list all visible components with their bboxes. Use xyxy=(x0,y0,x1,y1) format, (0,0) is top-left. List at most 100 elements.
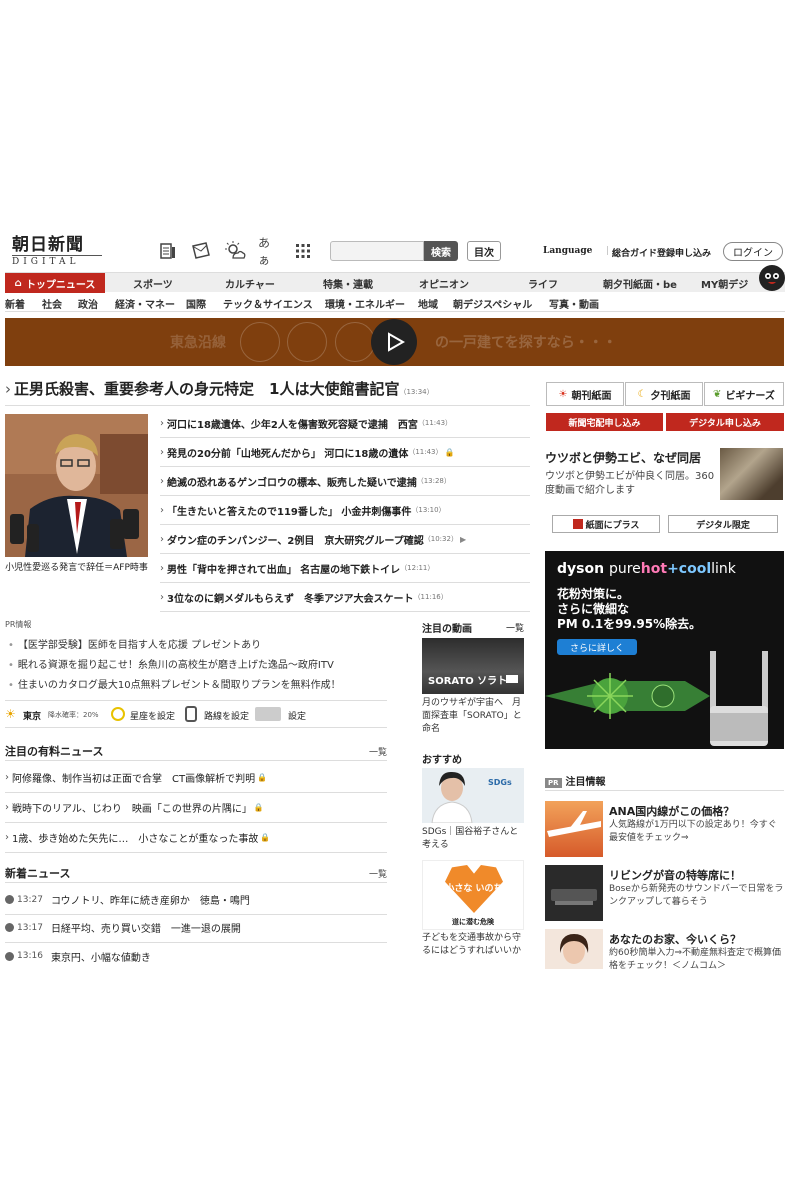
moon-icon: ☾ xyxy=(637,388,647,400)
guide-link[interactable]: 総合ガイド xyxy=(612,246,657,259)
notice-item[interactable]: あなたのお家、今いくら？ 約60秒簡単入力⇒不動産無料査定で概算価格をチェック！… xyxy=(545,929,784,969)
video-icon xyxy=(506,675,518,683)
subnav-special[interactable]: 朝デジスペシャル xyxy=(453,296,532,311)
subnav-environment[interactable]: 環境・エネルギー xyxy=(325,296,405,311)
language-link[interactable]: Language xyxy=(543,246,592,256)
hiragana-icon[interactable]: あぁ xyxy=(258,236,280,267)
paper-plus-button[interactable]: 紙面にプラス xyxy=(552,515,660,533)
search-button[interactable]: 検索 xyxy=(424,241,458,261)
headline-time: （11:16） xyxy=(413,593,448,601)
register-link[interactable]: 登録申し込み xyxy=(657,246,711,259)
nav-item-life[interactable]: ライフ xyxy=(528,276,558,291)
subnav-economy[interactable]: 経済・マネー xyxy=(115,296,175,311)
weather-icon[interactable] xyxy=(224,240,246,262)
headline-item[interactable]: › 発見の20分前「山地死んだから」 河口に18歳の遺体 （11:43） 🔒 xyxy=(160,438,530,467)
headline-item[interactable]: › 絶滅の恐れあるゲンゴロウの標本、販売した疑いで逮捕 （13:28） xyxy=(160,467,530,496)
evening-paper-button[interactable]: ☾ 夕刊紙面 xyxy=(625,382,703,406)
nav-item-my[interactable]: MY朝デジ xyxy=(701,276,748,291)
more-link[interactable]: 一覧 xyxy=(506,621,524,634)
paid-news-title-text: 阿修羅像、制作当初は正面で合掌 CT画像解析で判明 xyxy=(12,774,256,785)
digital-only-button[interactable]: デジタル限定 xyxy=(668,515,778,533)
morning-paper-button[interactable]: ☀ 朝刊紙面 xyxy=(546,382,624,406)
site-logo[interactable]: 朝日新聞 DIGITAL xyxy=(12,236,102,270)
login-button[interactable]: ログイン xyxy=(723,242,783,261)
ad-brand: dyson purehot+coollink xyxy=(557,561,736,577)
mascot-icon[interactable] xyxy=(759,265,785,291)
nav-item-label: トップニュース xyxy=(25,279,96,291)
nav-item-paper[interactable]: 朝夕刊紙面・be xyxy=(603,276,677,291)
nav-item-culture[interactable]: カルチャー xyxy=(225,276,275,291)
delivery-signup-button[interactable]: 新聞宅配申し込み xyxy=(546,413,663,431)
heart-shape: 小さな いのち xyxy=(445,865,503,913)
notice-item[interactable]: リビングが音の特等席に！ Boseから新発売のサウンドバーで日常をランクアップし… xyxy=(545,865,784,921)
new-news-time: 13:17 xyxy=(17,922,43,933)
lead-photo[interactable] xyxy=(5,414,148,557)
play-button[interactable] xyxy=(371,319,417,365)
grid-menu-icon[interactable] xyxy=(292,240,314,262)
nav-item-sports[interactable]: スポーツ xyxy=(133,276,173,291)
pr-item-text: 【医学部受験】医師を目指す人を応援 プレゼントあり xyxy=(17,640,262,651)
horoscope-link[interactable]: 星座を設定 xyxy=(130,709,175,722)
recommend-caption-1[interactable]: SDGs｜国谷裕子さんと考える xyxy=(422,826,526,852)
new-news-item[interactable]: 13:27 コウノトリ、昨年に続き産卵か 徳島・鳴門 xyxy=(5,885,387,915)
section-title: おすすめ xyxy=(422,755,462,766)
paper-plus-icon xyxy=(572,519,583,529)
nav-item-features[interactable]: 特集・連載 xyxy=(323,276,373,291)
headline-item[interactable]: › 「生きたいと答えたので119番した」 小金井刺傷事件 （13:10） xyxy=(160,496,530,525)
clock-icon xyxy=(5,895,14,904)
new-news-item[interactable]: 13:17 日経平均、売り買い交錯 一進一退の展開 xyxy=(5,913,387,943)
recommend-thumb-1[interactable]: SDGs xyxy=(422,768,524,823)
headline-title: 3位なのに銅メダルもらえず 冬季アジア大会スケート xyxy=(167,593,414,605)
headline-item[interactable]: › 河口に18歳遺体、少年2人を傷害致死容疑で逮捕 西宮 （11:43） xyxy=(160,409,530,438)
new-news-item[interactable]: 13:16 東京円、小幅な値動き xyxy=(5,941,387,971)
recommend-caption-2[interactable]: 子どもを交通事故から守るにはどうすればいいか xyxy=(422,932,526,960)
subnav-tech[interactable]: テック＆サイエンス xyxy=(223,296,313,311)
paid-news-item[interactable]: › 阿修羅像、制作当初は正面で合掌 CT画像解析で判明 🔒 xyxy=(5,763,387,793)
recommend-thumb-2[interactable]: 小さな いのち 道に潜む危険 xyxy=(422,860,524,930)
subnav-photo[interactable]: 写真・動画 xyxy=(549,296,599,311)
bullet: • xyxy=(8,680,14,691)
video-caption[interactable]: 月のウサギが宇宙へ 月面探査車「SORATO」と命名 xyxy=(422,697,526,736)
subnav-international[interactable]: 国際 xyxy=(186,296,206,311)
more-link[interactable]: 一覧 xyxy=(369,745,387,758)
leaf-icon: ❦ xyxy=(713,388,722,400)
subnav-society[interactable]: 社会 xyxy=(42,296,62,311)
headline-item[interactable]: › 3位なのに銅メダルもらえず 冬季アジア大会スケート （11:16） xyxy=(160,583,530,612)
nav-item-opinion[interactable]: オピニオン xyxy=(419,276,469,291)
headline-title: 河口に18歳遺体、少年2人を傷害致死容疑で逮捕 西宮 xyxy=(167,419,418,431)
main-headline[interactable]: › 正男氏殺害、重要参考人の身元特定 1人は大使館書記官（13:34） xyxy=(5,378,530,406)
weather-city[interactable]: 東京 xyxy=(23,709,41,722)
mail-icon[interactable] xyxy=(190,240,212,262)
settings-link[interactable]: 設定 xyxy=(288,709,306,722)
digital-signup-button[interactable]: デジタル申し込み xyxy=(666,413,784,431)
subnav-local[interactable]: 地域 xyxy=(418,296,438,311)
paid-news-item[interactable]: › 1歳、歩き始めた矢先に… 小さなことが重なった事故 🔒 xyxy=(5,823,387,853)
ad-copy-line: 花粉対策に。 xyxy=(557,587,630,601)
headline-title: ダウン症のチンパンジー、2例目 京大研究グループ確認 xyxy=(167,535,424,547)
newspaper-icon[interactable] xyxy=(157,240,179,262)
video-overlay-text: SORATO ソラト xyxy=(428,676,508,687)
subnav-politics[interactable]: 政治 xyxy=(78,296,98,311)
subnav-new[interactable]: 新着 xyxy=(5,296,25,311)
pr-item[interactable]: • 住まいのカタログ最大10点無料プレゼント＆間取りプランを無料作成！ xyxy=(8,676,341,691)
headline-item[interactable]: › 男性「背中を押されて出血」 名古屋の地下鉄トイレ （12:11） xyxy=(160,554,530,583)
featured-video-thumb[interactable]: SORATO ソラト xyxy=(422,638,524,694)
feature-title[interactable]: ウツボと伊勢エビ、なぜ同居 xyxy=(545,449,701,466)
headline-item[interactable]: › ダウン症のチンパンジー、2例目 京大研究グループ確認 （10:32） ▶ xyxy=(160,525,530,554)
pr-item[interactable]: • 【医学部受験】医師を目指す人を応援 プレゼントあり xyxy=(8,636,261,651)
headline-time: （11:43） xyxy=(417,419,453,427)
secondary-nav: 新着 社会 政治 経済・マネー 国際 テック＆サイエンス 環境・エネルギー 地域… xyxy=(5,294,785,312)
dyson-ad[interactable]: dyson purehot+coollink 花粉対策に。 さらに微細な PM … xyxy=(545,551,784,749)
more-link[interactable]: 一覧 xyxy=(369,867,387,880)
paid-news-item[interactable]: › 戦時下のリアル、じわり 映画「この世界の片隅に」 🔒 xyxy=(5,793,387,823)
pr-item[interactable]: • 眠れる資源を掘り起こせ！糸魚川の高校生が磨き上げた逸品～政府ITV xyxy=(8,656,334,671)
chevron-right-icon: › xyxy=(5,772,9,783)
route-link[interactable]: 路線を設定 xyxy=(204,709,249,722)
index-button[interactable]: 目次 xyxy=(467,241,501,261)
beginners-button[interactable]: ❦ ビギナーズ xyxy=(704,382,784,406)
search-input[interactable] xyxy=(330,241,424,261)
feature-image[interactable] xyxy=(720,448,783,500)
nav-item-top-news[interactable]: ⌂ トップニュース xyxy=(5,273,105,293)
notice-item-desc: Boseから新発売のサウンドバーで日常をランクアップして暮らそう xyxy=(609,884,784,907)
notice-item[interactable]: ANA国内線がこの価格？ 人気路線が1万円以下の設定あり！今すぐ最安値をチェック… xyxy=(545,801,784,857)
